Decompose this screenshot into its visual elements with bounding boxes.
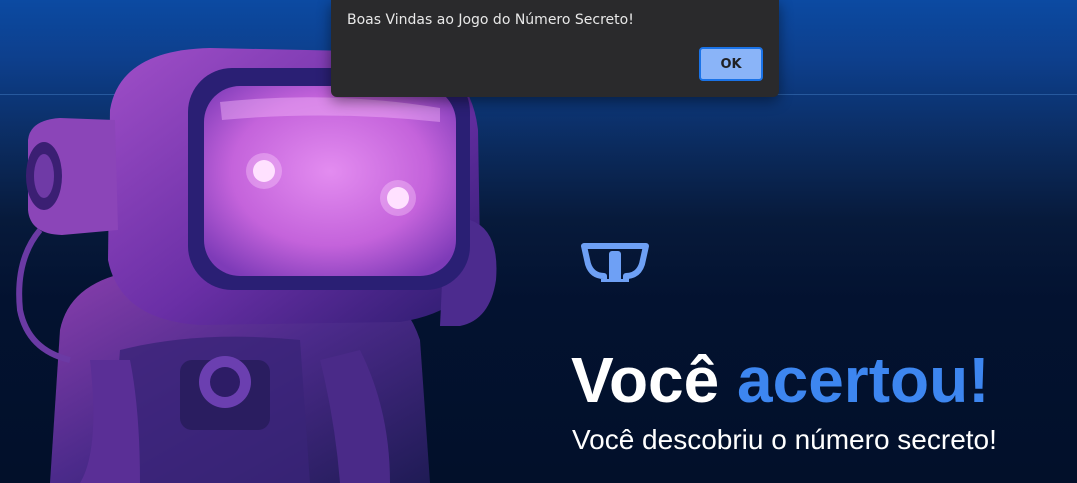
alert-dialog: Boas Vindas ao Jogo do Número Secreto! O… xyxy=(331,0,779,97)
ok-button[interactable]: OK xyxy=(699,47,763,81)
alert-message: Boas Vindas ao Jogo do Número Secreto! xyxy=(347,12,634,28)
page-title: Você acertou! xyxy=(571,340,990,420)
nlw-cup-logo-icon xyxy=(581,243,649,282)
title-main-text: Você xyxy=(571,344,737,416)
robot-astronaut-illustration xyxy=(16,48,497,483)
result-message: Você descobriu o número secreto! xyxy=(572,424,997,455)
title-accent-text: acertou! xyxy=(737,344,990,416)
